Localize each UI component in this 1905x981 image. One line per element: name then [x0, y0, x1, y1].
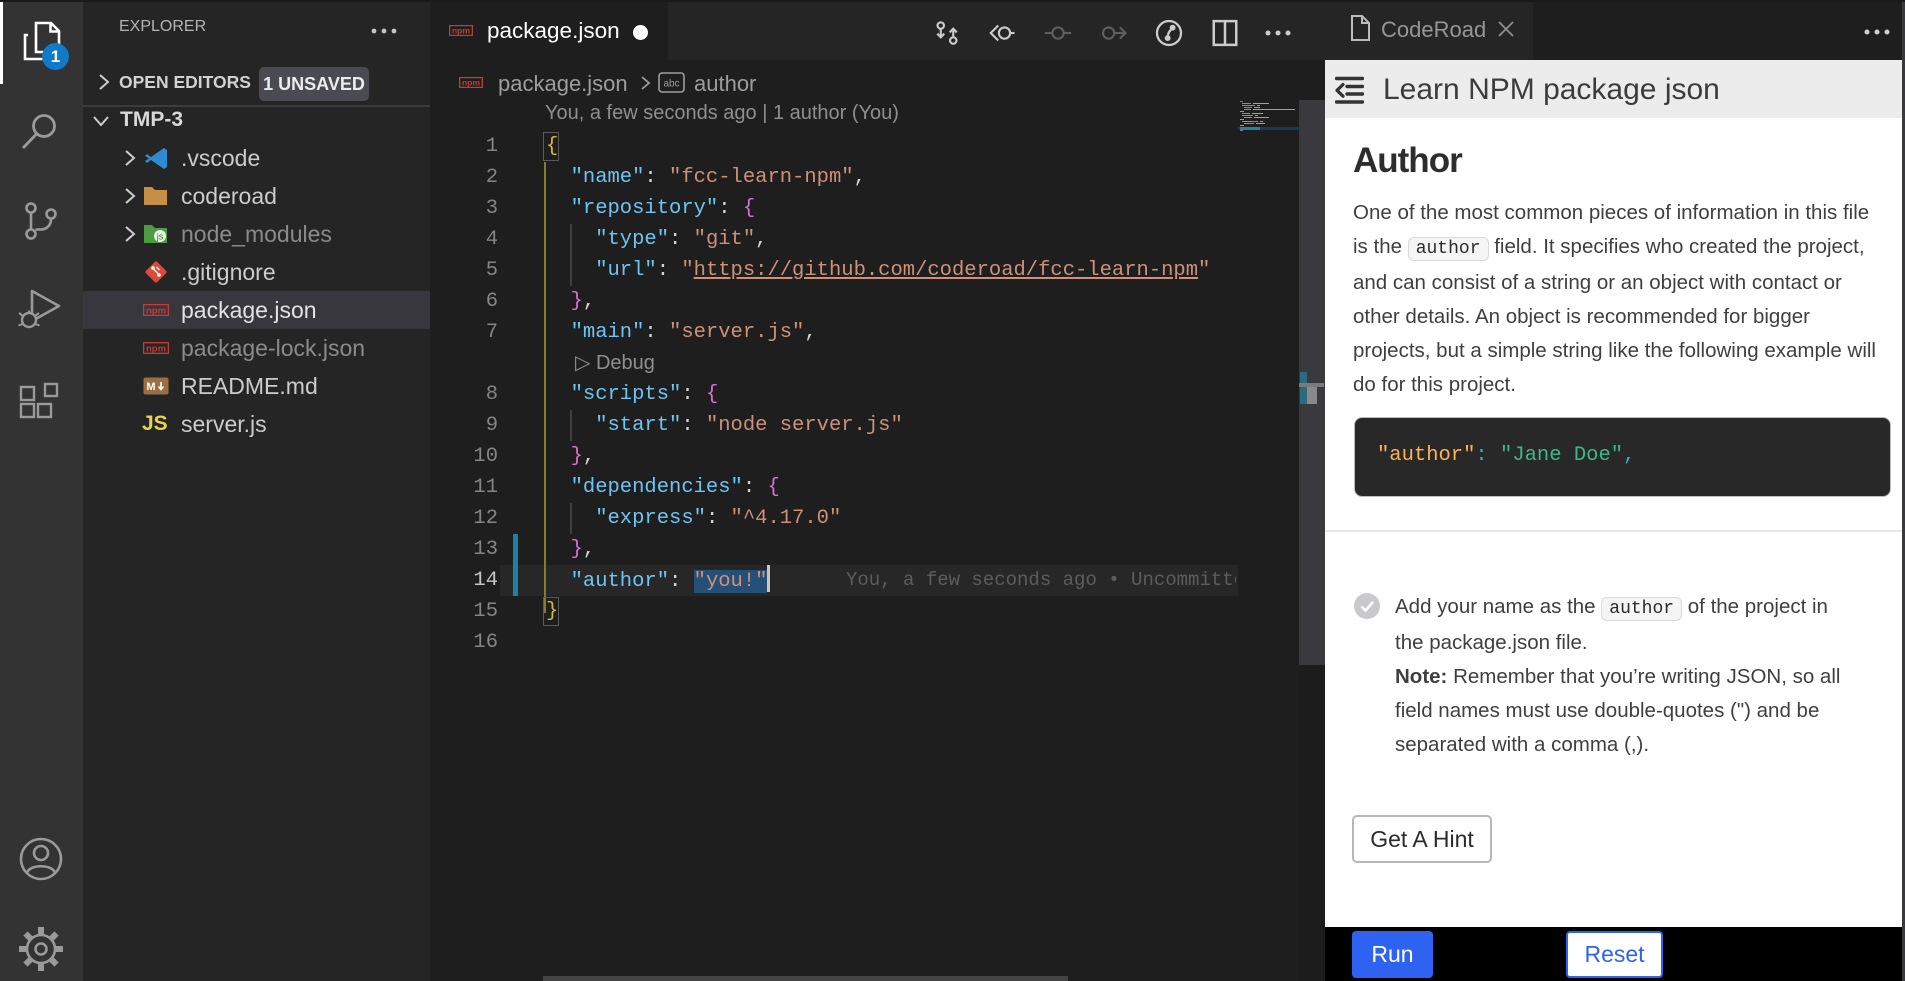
svg-text:npm: npm [452, 26, 471, 36]
svg-text:js: js [156, 232, 164, 242]
svg-text:npm: npm [146, 306, 166, 317]
svg-text:npm: npm [146, 344, 166, 355]
svg-text:M: M [146, 381, 155, 393]
